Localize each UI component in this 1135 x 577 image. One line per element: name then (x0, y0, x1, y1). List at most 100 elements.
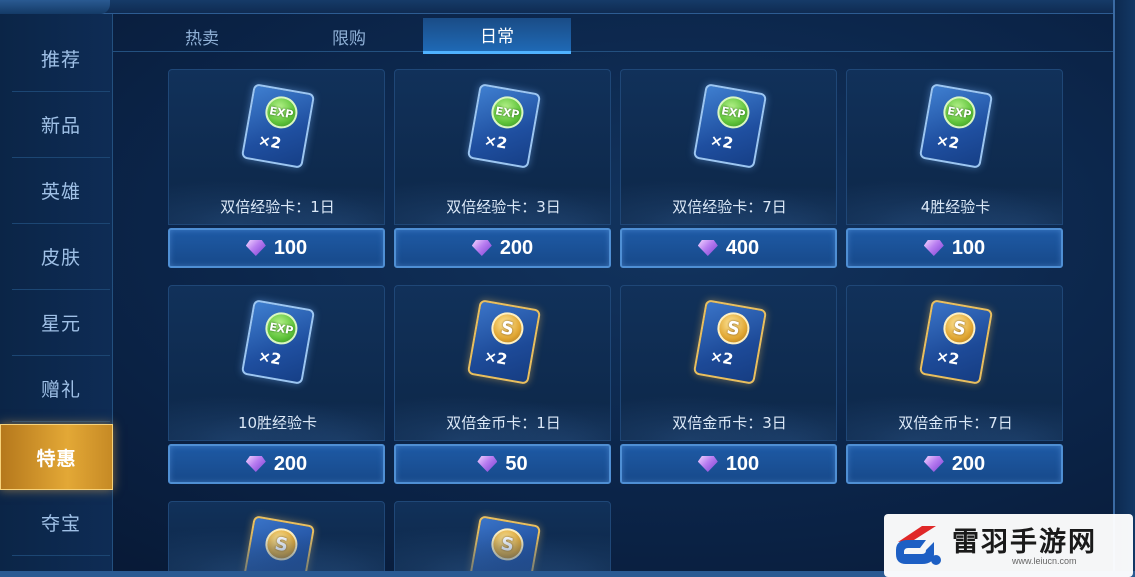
sidebar-item-recommend[interactable]: 推荐 (12, 26, 110, 92)
exp-emblem-icon: EXP (262, 93, 300, 131)
tab-hot[interactable]: 热卖 (128, 18, 276, 54)
back-tab-stub[interactable] (0, 0, 110, 14)
shop-item-card[interactable]: S ×2 双倍金币卡：7日 200 (846, 285, 1063, 485)
item-name: 双倍经验卡：3日 (446, 198, 561, 216)
sidebar-item-gifts[interactable]: 赠礼 (12, 356, 110, 422)
multiplier-label: ×2 (708, 346, 735, 369)
sidebar-item-label: 夺宝 (40, 513, 81, 535)
exp-card-icon: EXP ×2 (240, 299, 316, 385)
tab-label: 限购 (332, 28, 366, 49)
shop-item-card[interactable]: EXP ×2 10胜经验卡 200 (168, 285, 385, 485)
sidebar-item-label: 特惠 (36, 447, 77, 470)
watermark-logo-icon (896, 526, 941, 565)
item-display[interactable]: S ×2 双倍金币卡：3日 (620, 285, 837, 441)
multiplier-label: ×2 (256, 130, 283, 153)
item-display[interactable]: EXP ×2 4胜经验卡 (846, 69, 1063, 225)
item-display[interactable]: S ×2 双倍金币卡：1日 (394, 285, 611, 441)
shop-item-card[interactable]: S (168, 501, 385, 573)
multiplier-label: ×2 (934, 346, 961, 369)
coin-emblem-icon: S (488, 309, 526, 347)
sidebar-item-starlight[interactable]: 星元 (12, 290, 110, 356)
exp-card-icon: EXP ×2 (240, 83, 316, 169)
exp-card-icon: EXP ×2 (692, 83, 768, 169)
item-display[interactable]: EXP ×2 双倍经验卡：1日 (168, 69, 385, 225)
item-price: 200 (951, 452, 986, 475)
watermark-title: 雷羽手游网 (952, 527, 1097, 558)
item-price: 50 (505, 452, 528, 475)
item-display[interactable]: EXP ×2 双倍经验卡：3日 (394, 69, 611, 225)
sidebar-item-label: 英雄 (40, 181, 81, 203)
coin-emblem-icon: S (262, 525, 300, 563)
item-name: 10胜经验卡 (237, 414, 318, 432)
right-frame (1113, 0, 1135, 577)
exp-card-icon: EXP ×2 (466, 83, 542, 169)
buy-button[interactable]: 200 (394, 228, 611, 268)
category-sidebar: 推荐 新品 英雄 皮肤 星元 赠礼 特惠 夺宝 (0, 14, 113, 571)
exp-emblem-icon: EXP (262, 309, 300, 347)
tab-daily[interactable]: 日常 (423, 18, 571, 54)
shop-item-card[interactable]: S ×2 双倍金币卡：3日 100 (620, 285, 837, 485)
sidebar-item-label: 推荐 (40, 49, 81, 71)
diamond-icon (923, 456, 944, 472)
sidebar-item-skins[interactable]: 皮肤 (12, 224, 110, 290)
item-price: 400 (725, 236, 760, 259)
shop-item-card[interactable]: S (394, 501, 611, 573)
item-display[interactable]: S (394, 501, 611, 573)
sidebar-item-label: 皮肤 (40, 247, 81, 269)
item-price: 200 (499, 236, 534, 259)
gold-card-icon: S (240, 515, 316, 572)
exp-emblem-icon: EXP (714, 93, 752, 131)
tab-limited[interactable]: 限购 (275, 18, 423, 54)
item-price: 100 (951, 236, 986, 259)
item-display[interactable]: EXP ×2 双倍经验卡：7日 (620, 69, 837, 225)
shop-item-card[interactable]: EXP ×2 双倍经验卡：1日 100 (168, 69, 385, 269)
gold-card-icon: S (466, 515, 542, 572)
buy-button[interactable]: 200 (846, 444, 1063, 484)
sidebar-item-specials[interactable]: 特惠 (0, 424, 113, 490)
sidebar-item-label: 赠礼 (40, 379, 81, 401)
multiplier-label: ×2 (708, 130, 735, 153)
buy-button[interactable]: 400 (620, 228, 837, 268)
diamond-icon (697, 456, 718, 472)
sidebar-item-heroes[interactable]: 英雄 (12, 158, 110, 224)
multiplier-label: ×2 (482, 130, 509, 153)
item-display[interactable]: EXP ×2 10胜经验卡 (168, 285, 385, 441)
diamond-icon (471, 240, 492, 256)
multiplier-label: ×2 (256, 346, 283, 369)
shop-item-card[interactable]: S ×2 双倍金币卡：1日 50 (394, 285, 611, 485)
buy-button[interactable]: 100 (620, 444, 837, 484)
exp-emblem-icon: EXP (940, 93, 978, 131)
shop-item-card[interactable]: EXP ×2 双倍经验卡：3日 200 (394, 69, 611, 269)
shop-tabs: 热卖 限购 日常 (113, 14, 1113, 54)
multiplier-label: ×2 (934, 130, 961, 153)
buy-button[interactable]: 50 (394, 444, 611, 484)
gold-card-icon: S ×2 (466, 299, 542, 385)
item-price: 200 (273, 452, 308, 475)
item-display[interactable]: S ×2 双倍金币卡：7日 (846, 285, 1063, 441)
diamond-icon (245, 456, 266, 472)
buy-button[interactable]: 100 (168, 228, 385, 268)
top-bar (0, 0, 1135, 14)
item-price: 100 (725, 452, 760, 475)
tab-label: 日常 (480, 27, 514, 47)
sidebar-item-new[interactable]: 新品 (12, 92, 110, 158)
shop-item-card[interactable]: EXP ×2 双倍经验卡：7日 400 (620, 69, 837, 269)
gold-card-icon: S ×2 (692, 299, 768, 385)
shop-item-card[interactable]: EXP ×2 4胜经验卡 100 (846, 69, 1063, 269)
coin-emblem-icon: S (488, 525, 526, 563)
buy-button[interactable]: 200 (168, 444, 385, 484)
watermark: 雷羽手游网 www.leiucn.com (884, 514, 1133, 577)
gold-card-icon: S ×2 (918, 299, 994, 385)
diamond-icon (245, 240, 266, 256)
item-display[interactable]: S (168, 501, 385, 573)
shop-screen: 推荐 新品 英雄 皮肤 星元 赠礼 特惠 夺宝 热卖 限购 日常 EXP ×2 … (0, 0, 1135, 577)
item-name: 双倍金币卡：1日 (446, 414, 561, 432)
tab-label: 热卖 (185, 28, 219, 49)
diamond-icon (923, 240, 944, 256)
diamond-icon (697, 240, 718, 256)
item-name: 双倍金币卡：7日 (898, 414, 1013, 432)
sidebar-item-treasure[interactable]: 夺宝 (12, 490, 110, 556)
multiplier-label: ×2 (482, 346, 509, 369)
buy-button[interactable]: 100 (846, 228, 1063, 268)
item-name: 双倍经验卡：1日 (220, 198, 335, 216)
